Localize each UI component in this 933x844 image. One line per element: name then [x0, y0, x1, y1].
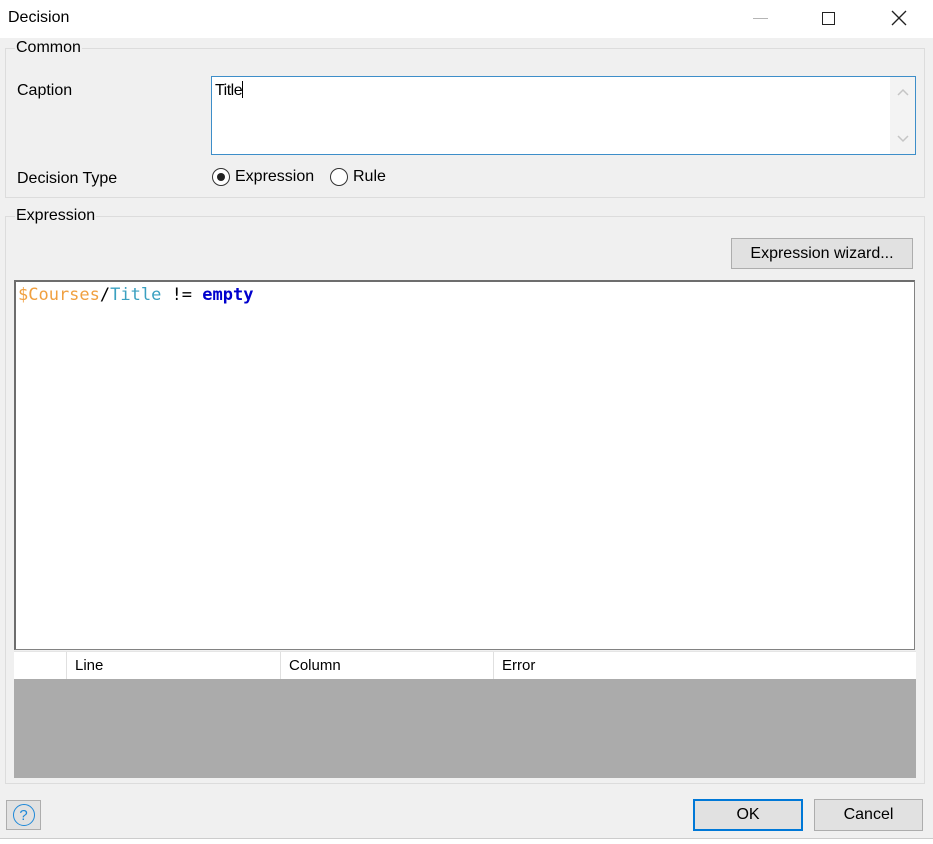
expression-editor[interactable]: $Courses/Title != empty: [14, 280, 915, 650]
caption-value-wrap: Title: [215, 81, 244, 100]
radio-checked-icon: [212, 168, 230, 186]
expression-wizard-button[interactable]: Expression wizard...: [731, 238, 913, 269]
column-header-line[interactable]: Line: [67, 652, 281, 679]
column-header-error[interactable]: Error: [494, 652, 916, 679]
column-header-selector[interactable]: [14, 652, 67, 679]
caption-input[interactable]: Title: [211, 76, 916, 155]
close-icon: [891, 10, 907, 26]
help-button[interactable]: ?: [6, 800, 41, 830]
help-icon: ?: [12, 804, 35, 826]
errors-grid-header: Line Column Error: [14, 651, 916, 679]
chevron-up-icon[interactable]: [896, 85, 910, 99]
column-header-column[interactable]: Column: [281, 652, 494, 679]
ok-button[interactable]: OK: [693, 799, 803, 831]
radio-rule-label: Rule: [353, 168, 386, 185]
code-line: $Courses/Title != empty: [18, 285, 253, 305]
caption-scrollbar[interactable]: [890, 77, 915, 154]
maximize-button[interactable]: [805, 0, 851, 36]
title-bar: Decision: [0, 0, 933, 38]
minimize-button[interactable]: [737, 0, 783, 36]
bottom-edge: [0, 838, 933, 844]
expression-group-label: Expression: [15, 207, 97, 225]
code-token-slash: /: [99, 285, 111, 305]
radio-expression-label: Expression: [235, 168, 315, 185]
common-group-label: Common: [15, 39, 82, 57]
window-title: Decision: [8, 9, 70, 26]
code-token-operator: !=: [161, 285, 203, 305]
radio-rule[interactable]: Rule: [330, 168, 386, 186]
decision-type-label: Decision Type: [17, 170, 118, 187]
chevron-down-icon[interactable]: [896, 132, 910, 146]
errors-grid: Line Column Error: [14, 651, 916, 778]
code-token-keyword: empty: [202, 285, 254, 305]
maximize-icon: [821, 11, 835, 25]
minimize-icon: [752, 17, 768, 19]
close-button[interactable]: [876, 0, 922, 36]
caption-value: Title: [215, 82, 243, 99]
radio-unchecked-icon: [330, 168, 348, 186]
caption-label: Caption: [17, 82, 73, 99]
cancel-button[interactable]: Cancel: [814, 799, 923, 831]
code-token-attribute: Title: [110, 285, 162, 305]
code-token-variable: $Courses: [18, 285, 100, 305]
radio-expression[interactable]: Expression: [212, 168, 314, 186]
text-caret: [242, 81, 244, 98]
